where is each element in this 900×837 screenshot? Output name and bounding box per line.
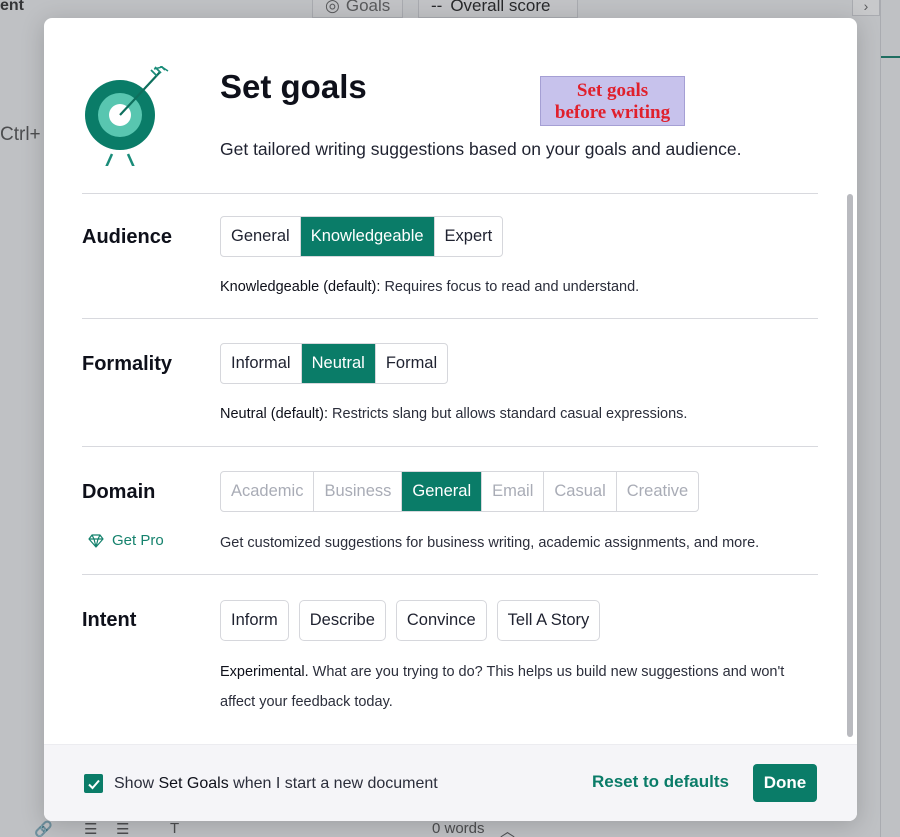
audience-desc-text: Requires focus to read and understand. [380, 279, 640, 295]
audience-option-general[interactable]: General [221, 217, 301, 256]
formality-desc-text: Restricts slang but allows standard casu… [328, 406, 688, 422]
domain-option-email[interactable]: Email [482, 472, 545, 511]
checkbox-label-emphasis: Set Goals [158, 775, 229, 792]
intent-description: Experimental. What are you trying to do?… [220, 658, 810, 717]
checkmark-icon [87, 779, 100, 789]
domain-selector: Academic Business General Email Casual C… [220, 471, 700, 512]
modal-footer: Show Set Goals when I start a new docume… [44, 744, 857, 821]
reset-to-defaults-button[interactable]: Reset to defaults [592, 772, 729, 792]
checkbox-label-prefix: Show [114, 775, 159, 792]
audience-label: Audience [82, 226, 173, 248]
formality-label: Formality [82, 353, 173, 375]
intent-option-describe[interactable]: Describe [298, 600, 386, 641]
intent-options: Inform Describe Convince Tell A Story [220, 600, 601, 641]
audience-description: Knowledgeable (default): Requires focus … [220, 279, 639, 295]
formality-desc-bold: Neutral (default): [220, 406, 328, 422]
domain-description: Get customized suggestions for business … [220, 535, 760, 551]
modal-title: Set goals [220, 68, 367, 105]
stamp-line-2: before writing [554, 102, 671, 123]
domain-option-general[interactable]: General [402, 472, 483, 511]
intent-option-tell-a-story[interactable]: Tell A Story [496, 600, 601, 641]
domain-option-academic[interactable]: Academic [221, 472, 315, 511]
audience-option-knowledgeable[interactable]: Knowledgeable [300, 217, 435, 256]
checkbox-label-suffix: when I start a new document [228, 775, 438, 792]
domain-label: Domain [82, 481, 156, 503]
scrollbar-thumb[interactable] [847, 194, 853, 737]
modal-subtitle: Get tailored writing suggestions based o… [220, 139, 742, 159]
divider [82, 574, 818, 575]
divider [82, 318, 818, 319]
audience-option-expert[interactable]: Expert [435, 217, 503, 256]
domain-option-casual[interactable]: Casual [544, 472, 617, 511]
formality-description: Neutral (default): Restricts slang but a… [220, 406, 687, 422]
formality-option-informal[interactable]: Informal [221, 344, 302, 383]
intent-desc-bold: Experimental. [220, 664, 309, 680]
formality-selector: Informal Neutral Formal [220, 343, 449, 384]
set-goals-stamp: Set goals before writing [540, 76, 685, 126]
show-set-goals-checkbox[interactable] [84, 774, 103, 793]
domain-option-creative[interactable]: Creative [617, 472, 698, 511]
done-button[interactable]: Done [753, 764, 817, 802]
diamond-icon [88, 533, 104, 548]
formality-option-formal[interactable]: Formal [376, 344, 447, 383]
audience-selector: General Knowledgeable Expert [220, 216, 504, 257]
set-goals-modal: Set goals Set goals before writing Get t… [44, 18, 857, 821]
audience-desc-bold: Knowledgeable (default): [220, 279, 381, 295]
divider [82, 193, 818, 194]
show-set-goals-label[interactable]: Show Set Goals when I start a new docume… [114, 775, 438, 793]
intent-label: Intent [82, 609, 137, 631]
divider [82, 446, 818, 447]
intent-option-inform[interactable]: Inform [220, 600, 289, 641]
domain-option-business[interactable]: Business [314, 472, 403, 511]
get-pro-link[interactable]: Get Pro [88, 532, 164, 549]
stamp-line-1: Set goals [576, 80, 649, 101]
formality-option-neutral[interactable]: Neutral [301, 344, 376, 383]
intent-option-convince[interactable]: Convince [395, 600, 487, 641]
get-pro-label: Get Pro [112, 532, 164, 549]
target-arrow-icon [85, 66, 169, 166]
